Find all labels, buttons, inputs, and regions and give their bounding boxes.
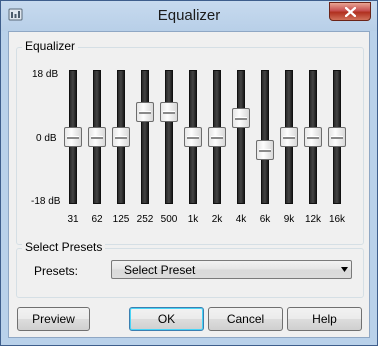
chevron-down-icon: [341, 267, 348, 272]
band-slider-31[interactable]: [64, 70, 82, 208]
slider-thumb[interactable]: [304, 127, 322, 147]
ok-button[interactable]: OK: [129, 307, 204, 331]
band-slider-16k[interactable]: [328, 70, 346, 208]
slider-thumb[interactable]: [160, 102, 178, 122]
slider-track[interactable]: [261, 70, 269, 204]
slider-track[interactable]: [237, 70, 245, 204]
dialog-body: Equalizer 18 dB 0 dB -18 dB 31 62 125 252 50…: [8, 31, 370, 338]
preset-dropdown[interactable]: Select Preset: [111, 260, 352, 279]
preview-button[interactable]: Preview: [17, 307, 90, 331]
slider-thumb[interactable]: [88, 127, 106, 147]
window-title: Equalizer: [157, 7, 221, 24]
presets-field-label: Presets:: [34, 264, 79, 278]
slider-thumb[interactable]: [232, 108, 250, 128]
band-slider-12k[interactable]: [304, 70, 322, 208]
band-slider-2k[interactable]: [208, 70, 226, 208]
cancel-button[interactable]: Cancel: [208, 307, 283, 331]
band-slider-4k[interactable]: [232, 70, 250, 208]
slider-track[interactable]: [141, 70, 149, 204]
band-freq-label: 16k: [328, 214, 346, 225]
slider-thumb[interactable]: [136, 102, 154, 122]
close-button[interactable]: [329, 2, 371, 21]
slider-thumb[interactable]: [280, 127, 298, 147]
equalizer-group-label: Equalizer: [22, 39, 79, 53]
preset-dropdown-value: Select Preset: [124, 263, 196, 277]
slider-thumb[interactable]: [208, 127, 226, 147]
scale-mid-label: 0 dB: [36, 133, 57, 144]
slider-thumb[interactable]: [328, 127, 346, 147]
presets-group-label: Select Presets: [22, 240, 106, 254]
slider-thumb[interactable]: [256, 140, 274, 160]
band-slider-252[interactable]: [136, 70, 154, 208]
band-slider-1k[interactable]: [184, 70, 202, 208]
band-slider-62[interactable]: [88, 70, 106, 208]
title-bar[interactable]: Equalizer: [1, 1, 377, 31]
slider-thumb[interactable]: [184, 127, 202, 147]
close-icon: [345, 7, 356, 17]
band-slider-500[interactable]: [160, 70, 178, 208]
scale-top-label: 18 dB: [32, 69, 59, 80]
slider-thumb[interactable]: [64, 127, 82, 147]
slider-track[interactable]: [165, 70, 173, 204]
equalizer-window: Equalizer Equalizer 18 dB 0 dB -18 dB 31…: [0, 0, 378, 346]
scale-bottom-label: -18 dB: [31, 196, 61, 207]
band-slider-6k[interactable]: [256, 70, 274, 208]
band-slider-125[interactable]: [112, 70, 130, 208]
band-slider-9k[interactable]: [280, 70, 298, 208]
help-button[interactable]: Help: [287, 307, 362, 331]
slider-thumb[interactable]: [112, 127, 130, 147]
